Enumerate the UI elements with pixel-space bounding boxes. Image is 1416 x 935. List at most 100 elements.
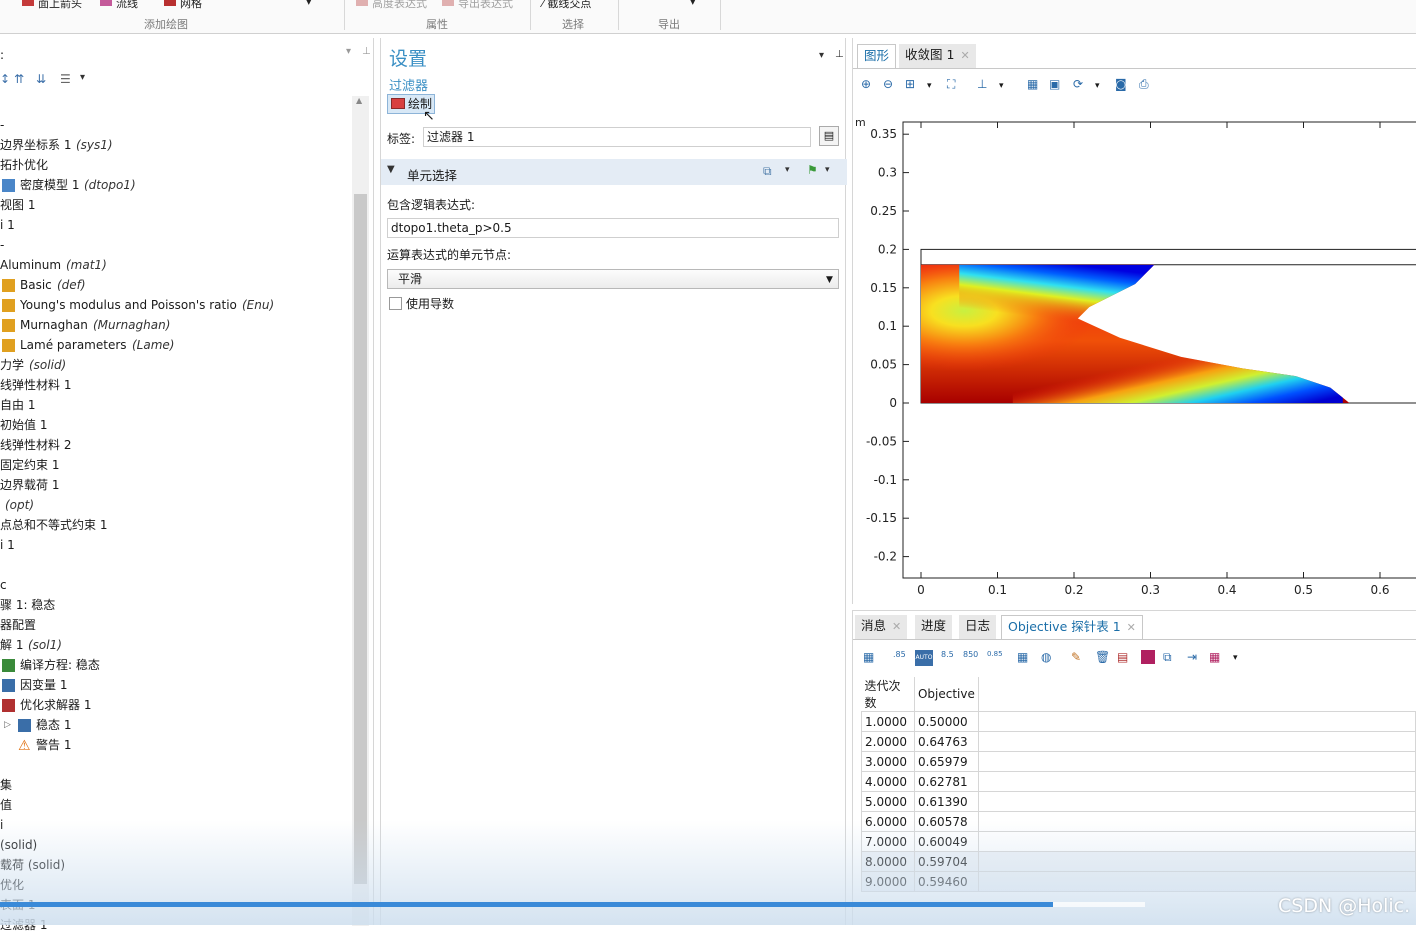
tree-item-label: 边界坐标系 1 (0, 138, 72, 152)
empty-cell (977, 831, 1416, 852)
intersection-button[interactable]: ⁄ 截线交点 (542, 0, 591, 11)
grid-icon[interactable]: ▦ (1027, 77, 1043, 93)
node-icon (2, 279, 15, 292)
y-tick-label: 0.05 (870, 358, 897, 372)
format-decimal-icon[interactable]: 0.85 (987, 650, 1003, 666)
delete-icon[interactable]: 🗑 (1095, 650, 1111, 666)
chevron-down-icon[interactable]: ▾ (999, 81, 1015, 97)
print-icon[interactable]: ⎙ (1139, 77, 1155, 93)
tree-item-label: 优化求解器 1 (20, 698, 92, 712)
column-header-iteration[interactable]: 迭代次数 (861, 677, 915, 712)
empty-cell (977, 791, 1416, 812)
copy-icon[interactable]: ⧉ (1163, 650, 1179, 666)
tree-scroll-thumb[interactable] (354, 194, 367, 884)
objective-cell: 0.61390 (913, 791, 979, 812)
ribbon-divider (530, 0, 531, 30)
label-field[interactable]: 过滤器 1 (423, 127, 811, 147)
warning-icon: ⚠ (18, 738, 31, 754)
close-icon[interactable]: ✕ (960, 49, 969, 62)
scroll-up-icon[interactable]: ▲ (356, 96, 362, 105)
table-row[interactable]: 1.0000 0.50000 (861, 711, 1416, 732)
result-plot[interactable]: m 0.35 0.3 0.25 0.2 0.15 0.1 0.05 0 -0.05 -0.1 -0.1… (853, 110, 1416, 604)
element-selection-section[interactable]: ▼ 单元选择 ⧉ ▾ ⚑ ▾ (381, 159, 847, 185)
settings-title: 设置 (389, 48, 428, 70)
table-row[interactable]: 2.0000 0.64763 (861, 731, 1416, 752)
tab-messages[interactable]: 消息 ✕ (855, 615, 908, 639)
panel-menu-icon[interactable]: ▾ (819, 50, 824, 61)
video-progress-bar[interactable] (0, 902, 1145, 907)
show-more-icon[interactable]: ↕ (0, 72, 10, 86)
auto-precision-icon[interactable]: AUTO (915, 650, 933, 666)
chevron-down-icon[interactable]: ▾ (825, 165, 830, 175)
tab-graphics[interactable]: 图形 (857, 44, 897, 68)
axis-orientation-icon[interactable]: ⊥ (977, 77, 993, 93)
chevron-down-icon[interactable]: ▾ (785, 165, 790, 175)
tree-item-label: 编译方程: 稳态 (20, 658, 100, 672)
iteration-cell: 5.0000 (861, 791, 915, 812)
mesh-button[interactable]: 网格 (164, 0, 202, 11)
color-table-icon[interactable] (1141, 650, 1155, 664)
grid-icon[interactable]: ▦ (1017, 650, 1033, 666)
window-icon[interactable]: ▣ (1049, 77, 1065, 93)
table-row[interactable]: 5.0000 0.61390 (861, 791, 1416, 812)
export-table-icon[interactable]: ⇥ (1187, 650, 1203, 666)
tab-convergence-plot[interactable]: 收敛图 1 ✕ (899, 44, 976, 68)
zoom-in-icon[interactable]: ⊕ (861, 77, 877, 93)
column-header-objective[interactable]: Objective (914, 677, 979, 712)
table-row[interactable]: 3.0000 0.65979 (861, 751, 1416, 772)
zoom-extents-icon[interactable]: ⛶ (947, 77, 963, 93)
close-icon[interactable]: ✕ (892, 620, 901, 633)
height-expression-button[interactable]: 高度表达式 (356, 0, 427, 11)
tree-item-label: 因变量 1 (20, 678, 68, 692)
clear-brush-icon[interactable]: ✎ (1071, 650, 1087, 666)
export-expression-button[interactable]: 导出表达式 (442, 0, 513, 11)
table-row[interactable]: 8.0000 0.59704 (861, 851, 1416, 872)
table-graph-icon[interactable]: ▤ (1117, 650, 1133, 666)
panel-menu-icon[interactable]: ▾ (346, 46, 351, 57)
collapse-all-icon[interactable]: ⇈ (14, 72, 24, 86)
view-options-dropdown[interactable]: ▾ (80, 72, 85, 83)
export-dropdown[interactable]: ▾ (690, 0, 696, 8)
table-row[interactable]: 7.0000 0.60049 (861, 831, 1416, 852)
pin-icon[interactable]: ⊥ (835, 49, 844, 60)
tree-item-label: - (0, 118, 5, 132)
flag-icon[interactable]: ⚑ (807, 163, 818, 177)
label-edit-button[interactable]: ▤ (819, 126, 839, 146)
group-label-selection: 选择 (562, 18, 584, 31)
camera-icon[interactable]: ◙ (1115, 77, 1131, 93)
table-row[interactable]: 9.0000 0.59460 (861, 871, 1416, 892)
list-view-icon[interactable]: ☰ (60, 72, 71, 86)
tree-scrollbar[interactable]: ▲ (352, 96, 369, 926)
table-settings-icon[interactable]: ▦ (863, 650, 879, 666)
arrow-surface-button[interactable]: 面上箭头 (22, 0, 82, 11)
table-layout-icon[interactable]: ▦ (1209, 650, 1225, 666)
reset-view-icon[interactable]: ⟳ (1073, 77, 1089, 93)
table-row[interactable]: 6.0000 0.60578 (861, 811, 1416, 832)
eval-nodes-select[interactable]: 平滑 ▼ (387, 269, 839, 289)
y-tick-label: -0.2 (874, 550, 897, 564)
zoom-out-icon[interactable]: ⊖ (883, 77, 899, 93)
selection-input-icon[interactable]: ⧉ (763, 164, 772, 179)
logical-expression-field[interactable]: dtopo1.theta_p>0.5 (387, 218, 839, 238)
chevron-down-icon[interactable]: ▾ (1095, 81, 1111, 97)
close-icon[interactable]: ✕ (1127, 621, 1136, 634)
format-engineering-icon[interactable]: 8.5 (941, 650, 957, 666)
globe-icon[interactable]: ◍ (1041, 650, 1057, 666)
tab-probe-table[interactable]: Objective 探针表 1 ✕ (1001, 615, 1143, 639)
chevron-down-icon[interactable]: ▾ (1233, 653, 1249, 669)
table-row[interactable]: 4.0000 0.62781 (861, 771, 1416, 792)
zoom-box-icon[interactable]: ⊞ (905, 77, 921, 93)
format-full-precision-icon[interactable]: .85 (893, 650, 909, 666)
use-derivatives-checkbox[interactable] (389, 297, 402, 310)
chevron-down-icon[interactable]: ▾ (927, 81, 943, 97)
pin-icon[interactable]: ⊥ (362, 46, 371, 57)
plot-icon (391, 98, 405, 109)
format-scientific-icon[interactable]: 850 (963, 650, 979, 666)
tab-log[interactable]: 日志 (959, 615, 997, 639)
expand-all-icon[interactable]: ⇊ (36, 72, 46, 86)
more-plots-dropdown[interactable]: ▾ (306, 0, 312, 8)
tree-item-label: 稳态 1 (36, 718, 72, 732)
streamline-button[interactable]: 流线 (100, 0, 138, 11)
expand-arrow-icon[interactable]: ▷ (4, 715, 11, 735)
tab-progress[interactable]: 进度 (915, 615, 953, 639)
